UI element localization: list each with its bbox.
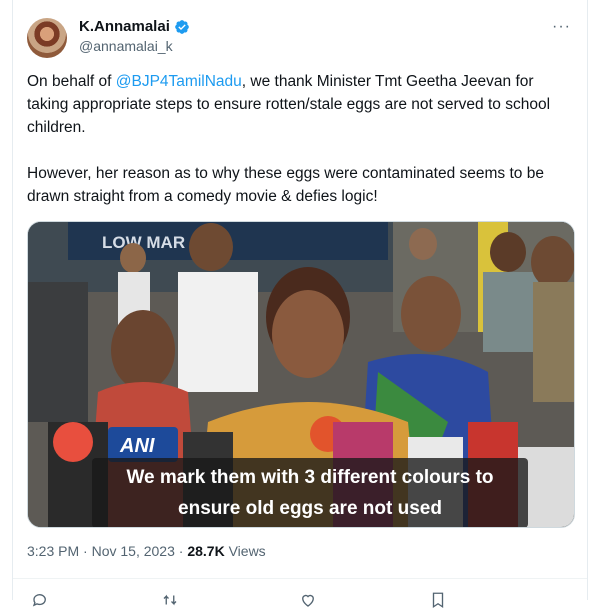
mention-link[interactable]: @BJP4TamilNadu bbox=[116, 73, 242, 90]
shop-sign: LOW MAR bbox=[102, 233, 185, 252]
handle[interactable]: @annamalai_k bbox=[79, 38, 190, 54]
avatar[interactable] bbox=[27, 18, 67, 58]
caption-line-2: ensure old eggs are not used bbox=[178, 498, 442, 519]
retweet-button[interactable] bbox=[161, 591, 179, 609]
tweet-text: On behalf of @BJP4TamilNadu, we thank Mi… bbox=[27, 70, 573, 208]
tweet-card: K.Annamalai @annamalai_k ··· On behalf o… bbox=[12, 0, 588, 609]
video-media[interactable]: LOW MAR ANI We mark them with 3 differen… bbox=[27, 221, 575, 528]
verified-badge-icon bbox=[175, 19, 189, 34]
tweet-header: K.Annamalai @annamalai_k ··· bbox=[27, 16, 573, 60]
bookmark-button[interactable] bbox=[429, 591, 447, 609]
reply-button[interactable] bbox=[31, 591, 49, 609]
tweet-paragraph-2: However, her reason as to why these eggs… bbox=[27, 165, 544, 205]
like-icon bbox=[302, 594, 314, 607]
tweet-meta: 3:23 PM · Nov 15, 2023 · 28.7K Views bbox=[27, 543, 266, 559]
tweet-time[interactable]: 3:23 PM bbox=[27, 543, 79, 559]
tweet-date[interactable]: Nov 15, 2023 bbox=[92, 543, 175, 559]
caption-line-1: We mark them with 3 different colours to bbox=[126, 467, 494, 488]
meta-separator: · bbox=[174, 543, 188, 559]
more-icon[interactable]: ··· bbox=[552, 18, 571, 36]
reply-icon bbox=[32, 594, 46, 607]
action-bar bbox=[13, 578, 587, 609]
video-caption: We mark them with 3 different colours to… bbox=[92, 458, 528, 527]
tweet-paragraph-1: On behalf of @BJP4TamilNadu, we thank Mi… bbox=[27, 70, 573, 139]
like-button[interactable] bbox=[299, 591, 317, 609]
retweet-icon bbox=[163, 594, 177, 606]
bookmark-icon bbox=[432, 592, 444, 609]
author-names: K.Annamalai @annamalai_k bbox=[79, 18, 190, 54]
views-count: 28.7K bbox=[187, 543, 225, 559]
text-segment: On behalf of bbox=[27, 73, 116, 90]
mic-label: ANI bbox=[119, 435, 155, 457]
display-name[interactable]: K.Annamalai bbox=[79, 18, 170, 35]
views-label: Views bbox=[224, 543, 266, 559]
meta-separator: · bbox=[79, 543, 92, 559]
